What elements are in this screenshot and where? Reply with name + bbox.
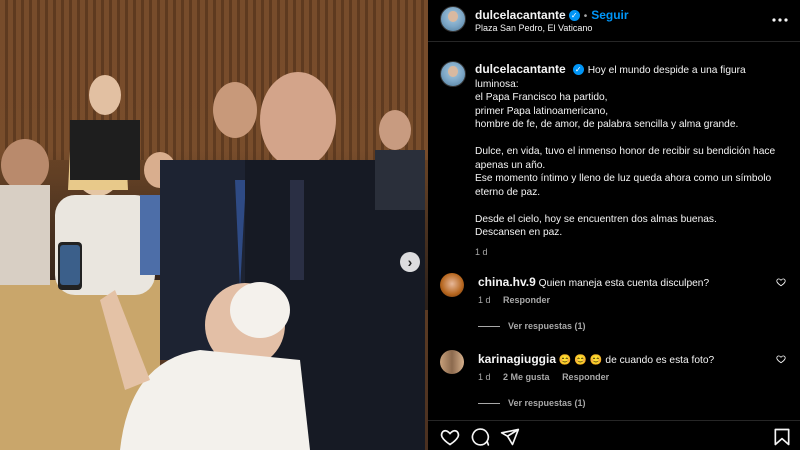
follow-button[interactable]: Seguir	[591, 8, 628, 22]
post-side-panel: dulcelacantante ✓ • Seguir Plaza San Pedro,…	[428, 0, 800, 450]
comment-timestamp: 1 d	[478, 295, 491, 305]
comment-likes-count[interactable]: 2 Me gusta	[503, 372, 550, 382]
more-options-icon[interactable]	[772, 10, 788, 26]
comment-text: Quien maneja esta cuenta disculpen?	[538, 278, 710, 289]
comment-username[interactable]: karinagiuggia	[478, 352, 556, 366]
comment-like-heart-icon[interactable]	[776, 354, 786, 364]
verified-badge-icon: ✓	[572, 64, 584, 75]
comment-text: 😊 😊 😊 de cuando es esta foto?	[558, 355, 715, 366]
comment-avatar[interactable]	[440, 273, 464, 297]
reply-button[interactable]: Responder	[503, 295, 550, 305]
photo-scene	[0, 72, 425, 450]
caption-author-avatar[interactable]	[440, 61, 466, 87]
save-icon[interactable]	[772, 427, 792, 447]
verified-badge-icon: ✓	[568, 10, 580, 21]
chevron-right-icon: ›	[407, 254, 413, 270]
caption-author-username[interactable]: dulcelacantante	[475, 62, 566, 76]
author-avatar[interactable]	[440, 6, 466, 32]
comment-timestamp: 1 d	[478, 372, 491, 382]
share-icon[interactable]	[500, 427, 520, 447]
view-replies-button[interactable]: Ver respuestas (1)	[478, 398, 586, 408]
comment-icon[interactable]	[470, 427, 490, 447]
heart-icon[interactable]	[440, 427, 460, 447]
carousel-next-button[interactable]: ›	[400, 252, 420, 272]
post-location[interactable]: Plaza San Pedro, El Vaticano	[475, 23, 592, 33]
post-header: dulcelacantante ✓ • Seguir Plaza San Pedro,…	[428, 0, 800, 42]
author-username[interactable]: dulcelacantante	[475, 8, 566, 22]
reply-button[interactable]: Responder	[562, 372, 609, 382]
separator-dot: •	[583, 11, 588, 22]
comment-avatar[interactable]	[440, 350, 464, 374]
post-caption: dulcelacantante ✓ Hoy el mundo despide a u…	[475, 62, 790, 259]
comment-username[interactable]: china.hv.9	[478, 275, 536, 289]
view-replies-button[interactable]: Ver respuestas (1)	[478, 321, 586, 331]
comment-like-heart-icon[interactable]	[776, 277, 786, 287]
post-photo: ›	[0, 0, 428, 450]
post-action-bar	[428, 420, 800, 450]
caption-text: Hoy el mundo despide a una figura lumino…	[475, 65, 776, 238]
caption-timestamp: 1 d	[475, 246, 488, 257]
